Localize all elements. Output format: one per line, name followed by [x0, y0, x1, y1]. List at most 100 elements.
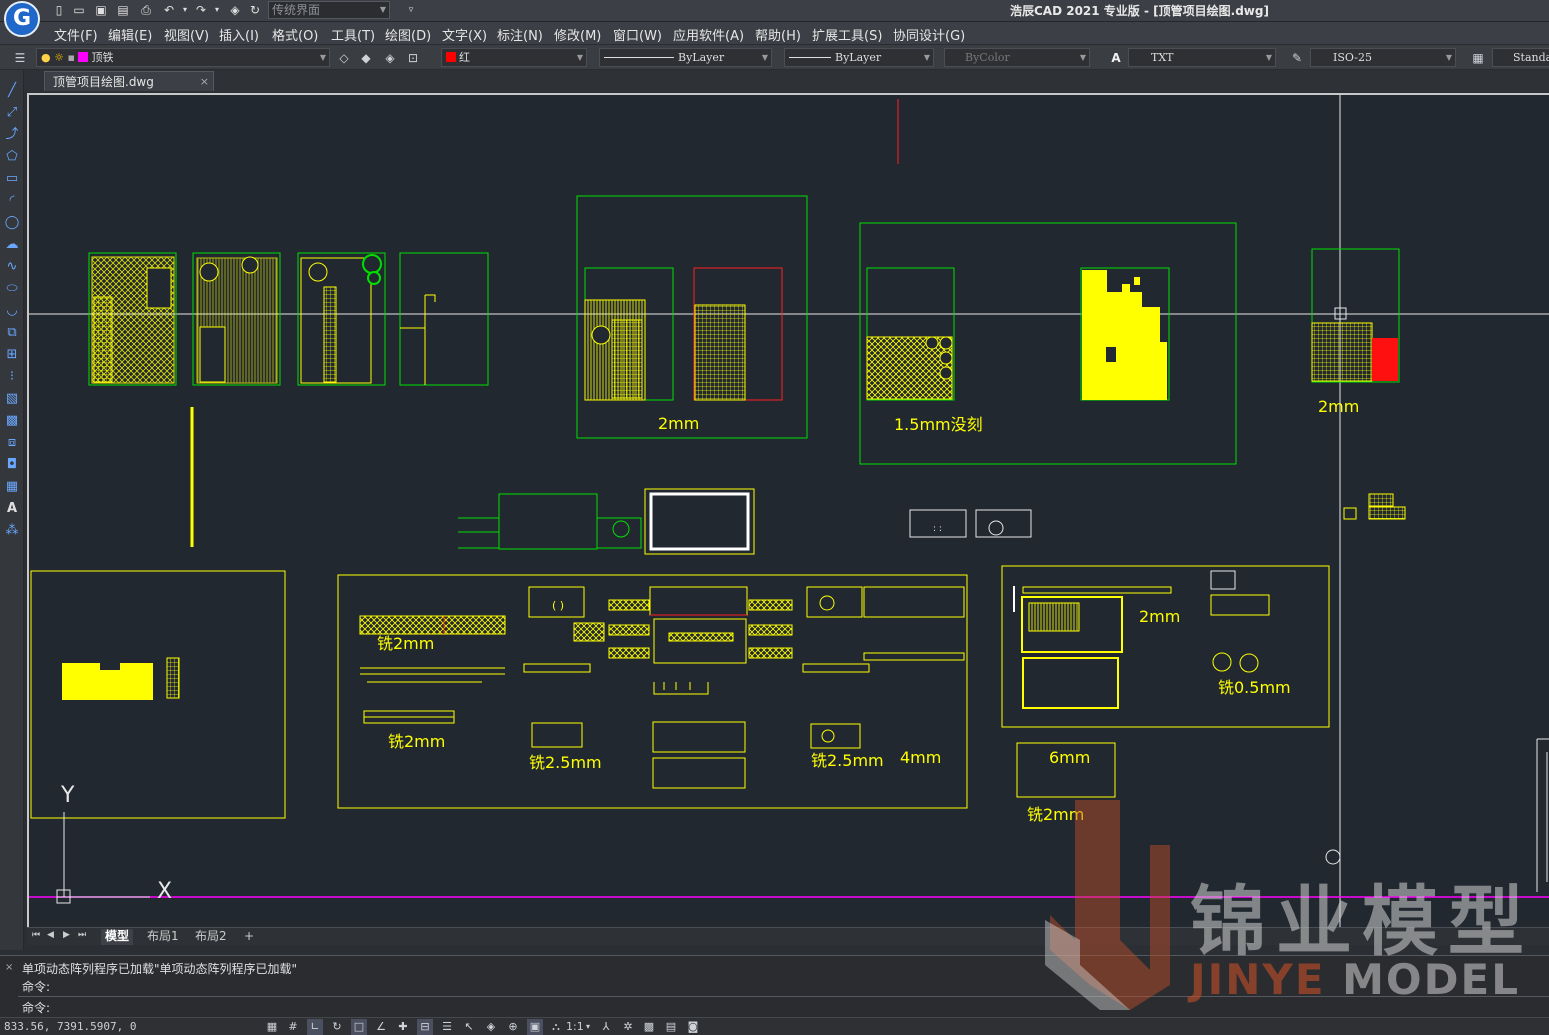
rectangle-icon[interactable]: ▭: [3, 170, 21, 188]
undo-dropdown-icon[interactable]: ▾: [178, 3, 192, 17]
app-logo[interactable]: G: [4, 1, 40, 37]
table-icon[interactable]: ▦: [3, 478, 21, 496]
dim-style-icon[interactable]: ✎: [1289, 50, 1305, 66]
isolate-objects-icon[interactable]: ▩: [641, 1019, 657, 1035]
lineweight-icon[interactable]: ☰: [439, 1019, 455, 1035]
color-select[interactable]: 红 ▼: [441, 48, 587, 67]
menu-edit[interactable]: 编辑(E): [108, 25, 152, 44]
tab-layout2[interactable]: 布局2: [191, 929, 231, 945]
polar-tracking-icon[interactable]: ↻: [329, 1019, 345, 1035]
print-icon[interactable]: ⎙: [139, 3, 153, 17]
close-icon[interactable]: ×: [200, 72, 209, 92]
add-selected-icon[interactable]: ⁂: [3, 522, 21, 540]
menu-dimension[interactable]: 标注(N): [497, 25, 543, 44]
model-space-icon[interactable]: ▣: [527, 1019, 543, 1035]
redo-dropdown-icon[interactable]: ▾: [210, 3, 224, 17]
open-file-icon[interactable]: ▭: [72, 3, 86, 17]
dim-style-select[interactable]: ISO-25 ▼: [1310, 48, 1456, 67]
command-input[interactable]: 命令:: [18, 996, 1549, 1016]
menu-insert[interactable]: 插入(I): [219, 25, 259, 44]
menu-applications[interactable]: 应用软件(A): [673, 25, 744, 44]
next-tab-icon[interactable]: ▶: [63, 930, 70, 940]
polygon-icon[interactable]: ⬠: [3, 148, 21, 166]
menu-text[interactable]: 文字(X): [442, 25, 487, 44]
dynamic-input-icon[interactable]: ⊟: [417, 1019, 433, 1035]
zoom-icon[interactable]: ⊕: [505, 1019, 521, 1035]
redo-icon[interactable]: ↷: [194, 3, 208, 17]
customize-quick-access-icon[interactable]: ▿: [404, 3, 418, 17]
document-tab[interactable]: 顶管项目绘图.dwg ×: [44, 71, 214, 91]
make-block-icon[interactable]: ⊞: [3, 346, 21, 364]
last-tab-icon[interactable]: ⏭: [78, 930, 86, 940]
hatch-icon[interactable]: ▧: [3, 390, 21, 408]
menu-file[interactable]: 文件(F): [54, 25, 98, 44]
lineweight-select[interactable]: ByLayer ▼: [784, 48, 934, 67]
annotation-scale-icon[interactable]: ⛬: [548, 1019, 564, 1035]
selection-cycling-icon[interactable]: ↖: [461, 1019, 477, 1035]
layer-select[interactable]: ● ☼ ▪ 顶铁 ▼: [36, 48, 330, 67]
object-snap-icon[interactable]: □: [351, 1019, 367, 1035]
nav-wheel-icon[interactable]: [1325, 849, 1341, 865]
save-icon[interactable]: ▣: [94, 3, 108, 17]
annotation-visibility-icon[interactable]: ⅄: [598, 1019, 614, 1035]
menu-view[interactable]: 视图(V): [164, 25, 209, 44]
tab-model[interactable]: 模型: [101, 929, 134, 945]
construction-line-icon[interactable]: ⤢: [3, 104, 21, 122]
layer-isolate-icon[interactable]: ◆: [358, 50, 374, 66]
layer-previous-icon[interactable]: ◇: [336, 50, 352, 66]
new-file-icon[interactable]: ▯: [52, 3, 66, 17]
text-style-select[interactable]: TXT ▼: [1128, 48, 1276, 67]
properties-icon[interactable]: ▤: [663, 1019, 679, 1035]
spline-icon[interactable]: ∿: [3, 258, 21, 276]
revision-cloud-icon[interactable]: ☁: [3, 236, 21, 254]
ellipse-arc-icon[interactable]: ◡: [3, 302, 21, 320]
menu-extension-tools[interactable]: 扩展工具(S): [812, 25, 882, 44]
text-style-icon[interactable]: A: [1108, 50, 1124, 66]
menu-collaborative-design[interactable]: 协同设计(G): [893, 25, 965, 44]
ellipse-icon[interactable]: ⬭: [3, 280, 21, 298]
chevron-down-icon[interactable]: ▾: [580, 1019, 596, 1035]
prev-tab-icon[interactable]: ◀: [47, 930, 54, 940]
layer-states-icon[interactable]: ◈: [382, 50, 398, 66]
plotstyle-select[interactable]: ByColor ▼: [944, 48, 1090, 67]
table-style-icon[interactable]: ▦: [1470, 50, 1486, 66]
grid-icon[interactable]: #: [285, 1019, 301, 1035]
point-icon[interactable]: ⁝: [3, 368, 21, 386]
menu-format[interactable]: 格式(O): [272, 25, 318, 44]
command-close-icon[interactable]: ×: [5, 962, 13, 973]
refresh-icon[interactable]: ↻: [248, 3, 262, 17]
layer-display-icon[interactable]: ◈: [483, 1019, 499, 1035]
workspace-select[interactable]: 传统界面 ▼: [268, 1, 390, 19]
menu-help[interactable]: 帮助(H): [755, 25, 801, 44]
linetype-select[interactable]: ByLayer ▼: [599, 48, 772, 67]
save-as-icon[interactable]: ▤: [116, 3, 130, 17]
layers-icon[interactable]: ◈: [228, 3, 242, 17]
insert-block-icon[interactable]: ⧉: [3, 324, 21, 342]
clean-screen-icon[interactable]: ◙: [685, 1019, 701, 1035]
table-style-select[interactable]: Standa: [1492, 48, 1549, 67]
circle-icon[interactable]: ◯: [3, 214, 21, 232]
gradient-icon[interactable]: ▩: [3, 412, 21, 430]
arc-icon[interactable]: ◜: [3, 192, 21, 210]
add-layout-button[interactable]: +: [240, 929, 258, 945]
polyline-icon[interactable]: ⤴: [3, 126, 21, 144]
region-icon[interactable]: ◘: [3, 456, 21, 474]
menu-window[interactable]: 窗口(W): [613, 25, 662, 44]
line-icon[interactable]: ╱: [3, 82, 21, 100]
dynamic-ucs-icon[interactable]: ✚: [395, 1019, 411, 1035]
snap-grid-icon[interactable]: ▦: [264, 1019, 280, 1035]
workspace-switch-icon[interactable]: ✲: [620, 1019, 636, 1035]
ortho-icon[interactable]: ∟: [307, 1019, 323, 1035]
layer-manager-icon[interactable]: ☰: [12, 50, 28, 66]
menu-tools[interactable]: 工具(T): [331, 25, 375, 44]
layer-match-icon[interactable]: ⊡: [405, 50, 421, 66]
menu-modify[interactable]: 修改(M): [554, 25, 601, 44]
first-tab-icon[interactable]: ⏮: [32, 930, 40, 940]
undo-icon[interactable]: ↶: [162, 3, 176, 17]
snap-tracking-icon[interactable]: ∠: [373, 1019, 389, 1035]
tab-layout1[interactable]: 布局1: [143, 929, 183, 945]
boundary-icon[interactable]: ⧈: [3, 434, 21, 452]
multiline-text-icon[interactable]: A: [3, 500, 21, 518]
drawing-canvas[interactable]: 2mm 1.5mm没刻 2mm : : 铣2mm 铣2mm () 铣2.5mm…: [27, 93, 1549, 927]
menu-draw[interactable]: 绘图(D): [385, 25, 431, 44]
